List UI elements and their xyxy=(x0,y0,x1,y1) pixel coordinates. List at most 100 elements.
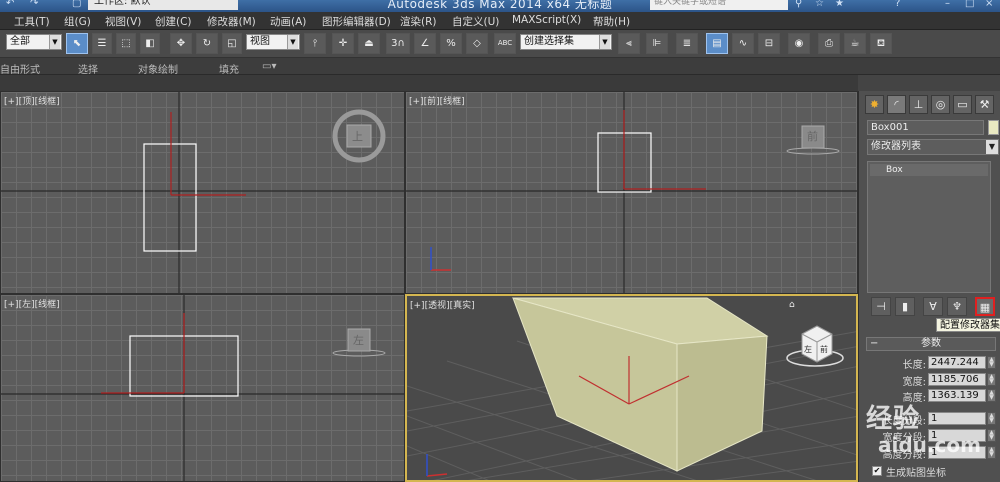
spinner-icon[interactable]: ▲ ▼ xyxy=(987,412,996,425)
create-tab-icon[interactable]: ✸ xyxy=(865,95,884,114)
viewcube-persp-front[interactable]: 前 xyxy=(820,344,828,355)
spinner-icon[interactable]: ▲ ▼ xyxy=(987,429,996,442)
length-input[interactable]: 2447.244 xyxy=(928,356,986,369)
watermark-url: aidu.com xyxy=(878,433,981,457)
viewport-left[interactable]: [+][左][线框] 左 xyxy=(0,294,405,482)
menu-rendering[interactable]: 渲染(R) xyxy=(400,14,437,29)
ribbon-tab-selection[interactable]: 选择 xyxy=(78,61,98,76)
select-by-name-button[interactable]: ☰ xyxy=(92,33,112,54)
viewcube-front[interactable]: 前 xyxy=(807,128,818,144)
rendered-frame-button[interactable]: ☕ xyxy=(844,33,866,54)
box-side-face[interactable] xyxy=(676,335,768,472)
modify-tab-icon[interactable]: ◜ xyxy=(887,95,906,114)
minimize-icon[interactable]: – xyxy=(945,0,950,9)
utilities-tab-icon[interactable]: ⚒ xyxy=(975,95,994,114)
select-manipulate-button[interactable]: ✛ xyxy=(332,33,354,54)
remove-modifier-icon[interactable]: ♆ xyxy=(947,297,967,316)
menu-help[interactable]: 帮助(H) xyxy=(593,14,630,29)
object-color-swatch[interactable] xyxy=(988,120,999,135)
select-object-button[interactable]: ⬉ xyxy=(66,33,88,54)
keyboard-shortcut-button[interactable]: ⏏ xyxy=(358,33,380,54)
angle-snap-button[interactable]: ∠ xyxy=(414,33,436,54)
modifier-list-dropdown[interactable]: 修改器列表 ▼ xyxy=(867,139,999,155)
viewport-top[interactable]: [+][顶][线框] 上 xyxy=(0,91,405,294)
motion-tab-icon[interactable]: ◎ xyxy=(931,95,950,114)
percent-snap-button[interactable]: % xyxy=(440,33,462,54)
snap-toggle-button[interactable]: 3∩ xyxy=(386,33,410,54)
length-segs-input[interactable]: 1 xyxy=(928,412,986,425)
viewport-label[interactable]: [+][透视][真实] xyxy=(410,298,475,311)
viewcube-top[interactable]: 上 xyxy=(352,128,363,144)
chevron-down-icon: ▼ xyxy=(287,35,298,49)
generate-mapping-checkbox[interactable]: ✔ xyxy=(872,466,882,476)
menu-create[interactable]: 创建(C) xyxy=(155,14,192,29)
parameters-rollout-header[interactable]: − 参数 xyxy=(866,337,996,351)
param-length: 长度: 2447.244 ▲ ▼ xyxy=(866,356,996,371)
ribbon-tab-populate[interactable]: 填充 xyxy=(219,61,239,76)
curve-editor-button[interactable]: ∿ xyxy=(732,33,754,54)
material-editor-button[interactable]: ◉ xyxy=(788,33,810,54)
spinner-icon[interactable]: ▲ ▼ xyxy=(987,389,996,402)
spinner-icon[interactable]: ▲ ▼ xyxy=(987,356,996,369)
ribbon-tab-freeform[interactable]: 自由形式 xyxy=(0,61,40,76)
menu-graph-editors[interactable]: 图形编辑器(D) xyxy=(322,14,391,29)
menu-tools[interactable]: 工具(T) xyxy=(14,14,50,29)
graphite-ribbon-button[interactable]: ▤ xyxy=(706,33,728,54)
ribbon-options-icon[interactable]: ▭▾ xyxy=(262,61,276,72)
layer-manager-button[interactable]: ≣ xyxy=(676,33,698,54)
edit-named-selection-button[interactable]: ABC xyxy=(494,33,516,54)
menu-customize[interactable]: 自定义(U) xyxy=(452,14,499,29)
make-unique-icon[interactable]: ∀ xyxy=(923,297,943,316)
home-icon[interactable]: ⌂ xyxy=(789,300,795,310)
align-button[interactable]: ⊫ xyxy=(646,33,668,54)
scale-button[interactable]: ◱ xyxy=(222,33,242,54)
search-input[interactable]: 键入关键字或短语 xyxy=(650,0,788,10)
object-name-field[interactable]: Box001 xyxy=(867,120,984,135)
mirror-button[interactable]: ⫷ xyxy=(618,33,640,54)
param-width: 宽度: 1185.706 ▲ ▼ xyxy=(866,373,996,388)
reference-coord-dropdown[interactable]: 视图 ▼ xyxy=(246,34,300,50)
menu-animation[interactable]: 动画(A) xyxy=(270,14,306,29)
viewcube-left[interactable]: 左 xyxy=(353,332,364,348)
help-icon[interactable]: ? xyxy=(895,0,900,9)
modifier-stack: Box xyxy=(867,161,991,293)
named-selection-dropdown[interactable]: 创建选择集 ▼ xyxy=(520,34,612,50)
hierarchy-tab-icon[interactable]: ⊥ xyxy=(909,95,928,114)
menu-views[interactable]: 视图(V) xyxy=(105,14,141,29)
move-button[interactable]: ✥ xyxy=(170,33,192,54)
spinner-icon[interactable]: ▲ ▼ xyxy=(987,373,996,386)
viewport-perspective[interactable]: [+][透视][真实] 左 前 ⌂ xyxy=(405,294,858,482)
width-input[interactable]: 1185.706 xyxy=(928,373,986,386)
viewcube-persp-left[interactable]: 左 xyxy=(804,344,812,355)
selection-filter-dropdown[interactable]: 全部 ▼ xyxy=(6,34,62,50)
close-icon[interactable]: × xyxy=(985,0,993,9)
render-setup-button[interactable]: ⎙ xyxy=(818,33,840,54)
favorites-icon[interactable]: ★ xyxy=(835,0,844,9)
stack-item-box[interactable]: Box xyxy=(870,164,988,176)
display-tab-icon[interactable]: ▭ xyxy=(953,95,972,114)
rect-selection-button[interactable]: ⬚ xyxy=(116,33,136,54)
menu-maxscript[interactable]: MAXScript(X) xyxy=(512,14,581,26)
viewport-perspective-canvas xyxy=(407,297,856,480)
menu-group[interactable]: 组(G) xyxy=(64,14,91,29)
render-production-button[interactable]: ⛾ xyxy=(870,33,892,54)
window-crossing-button[interactable]: ◧ xyxy=(140,33,160,54)
show-end-result-icon[interactable]: ▮ xyxy=(895,297,915,316)
configure-modifier-sets-button[interactable]: ▦ xyxy=(975,297,995,316)
ribbon-tab-object-paint[interactable]: 对象绘制 xyxy=(138,61,178,76)
pin-stack-icon[interactable]: ⊣ xyxy=(871,297,891,316)
info-center-icon[interactable]: ☆ xyxy=(815,0,824,9)
schematic-view-button[interactable]: ⊟ xyxy=(758,33,780,54)
viewport-front[interactable]: [+][前][线框] 前 xyxy=(405,91,858,294)
menu-modifiers[interactable]: 修改器(M) xyxy=(207,14,256,29)
box-wireframe[interactable] xyxy=(143,143,197,252)
spinner-snap-button[interactable]: ◇ xyxy=(466,33,488,54)
search-icon[interactable]: ⚲ xyxy=(795,0,802,9)
height-input[interactable]: 1363.139 xyxy=(928,389,986,402)
maximize-icon[interactable]: □ xyxy=(965,0,974,9)
rotate-button[interactable]: ↻ xyxy=(196,33,218,54)
spinner-icon[interactable]: ▲ ▼ xyxy=(987,446,996,459)
pivot-center-button[interactable]: ⫯ xyxy=(304,33,326,54)
command-panel-tabs: ✸ ◜ ⊥ ◎ ▭ ⚒ xyxy=(859,93,1000,115)
graphite-ribbon: 自由形式 选择 对象绘制 填充 ▭▾ xyxy=(0,58,1000,76)
